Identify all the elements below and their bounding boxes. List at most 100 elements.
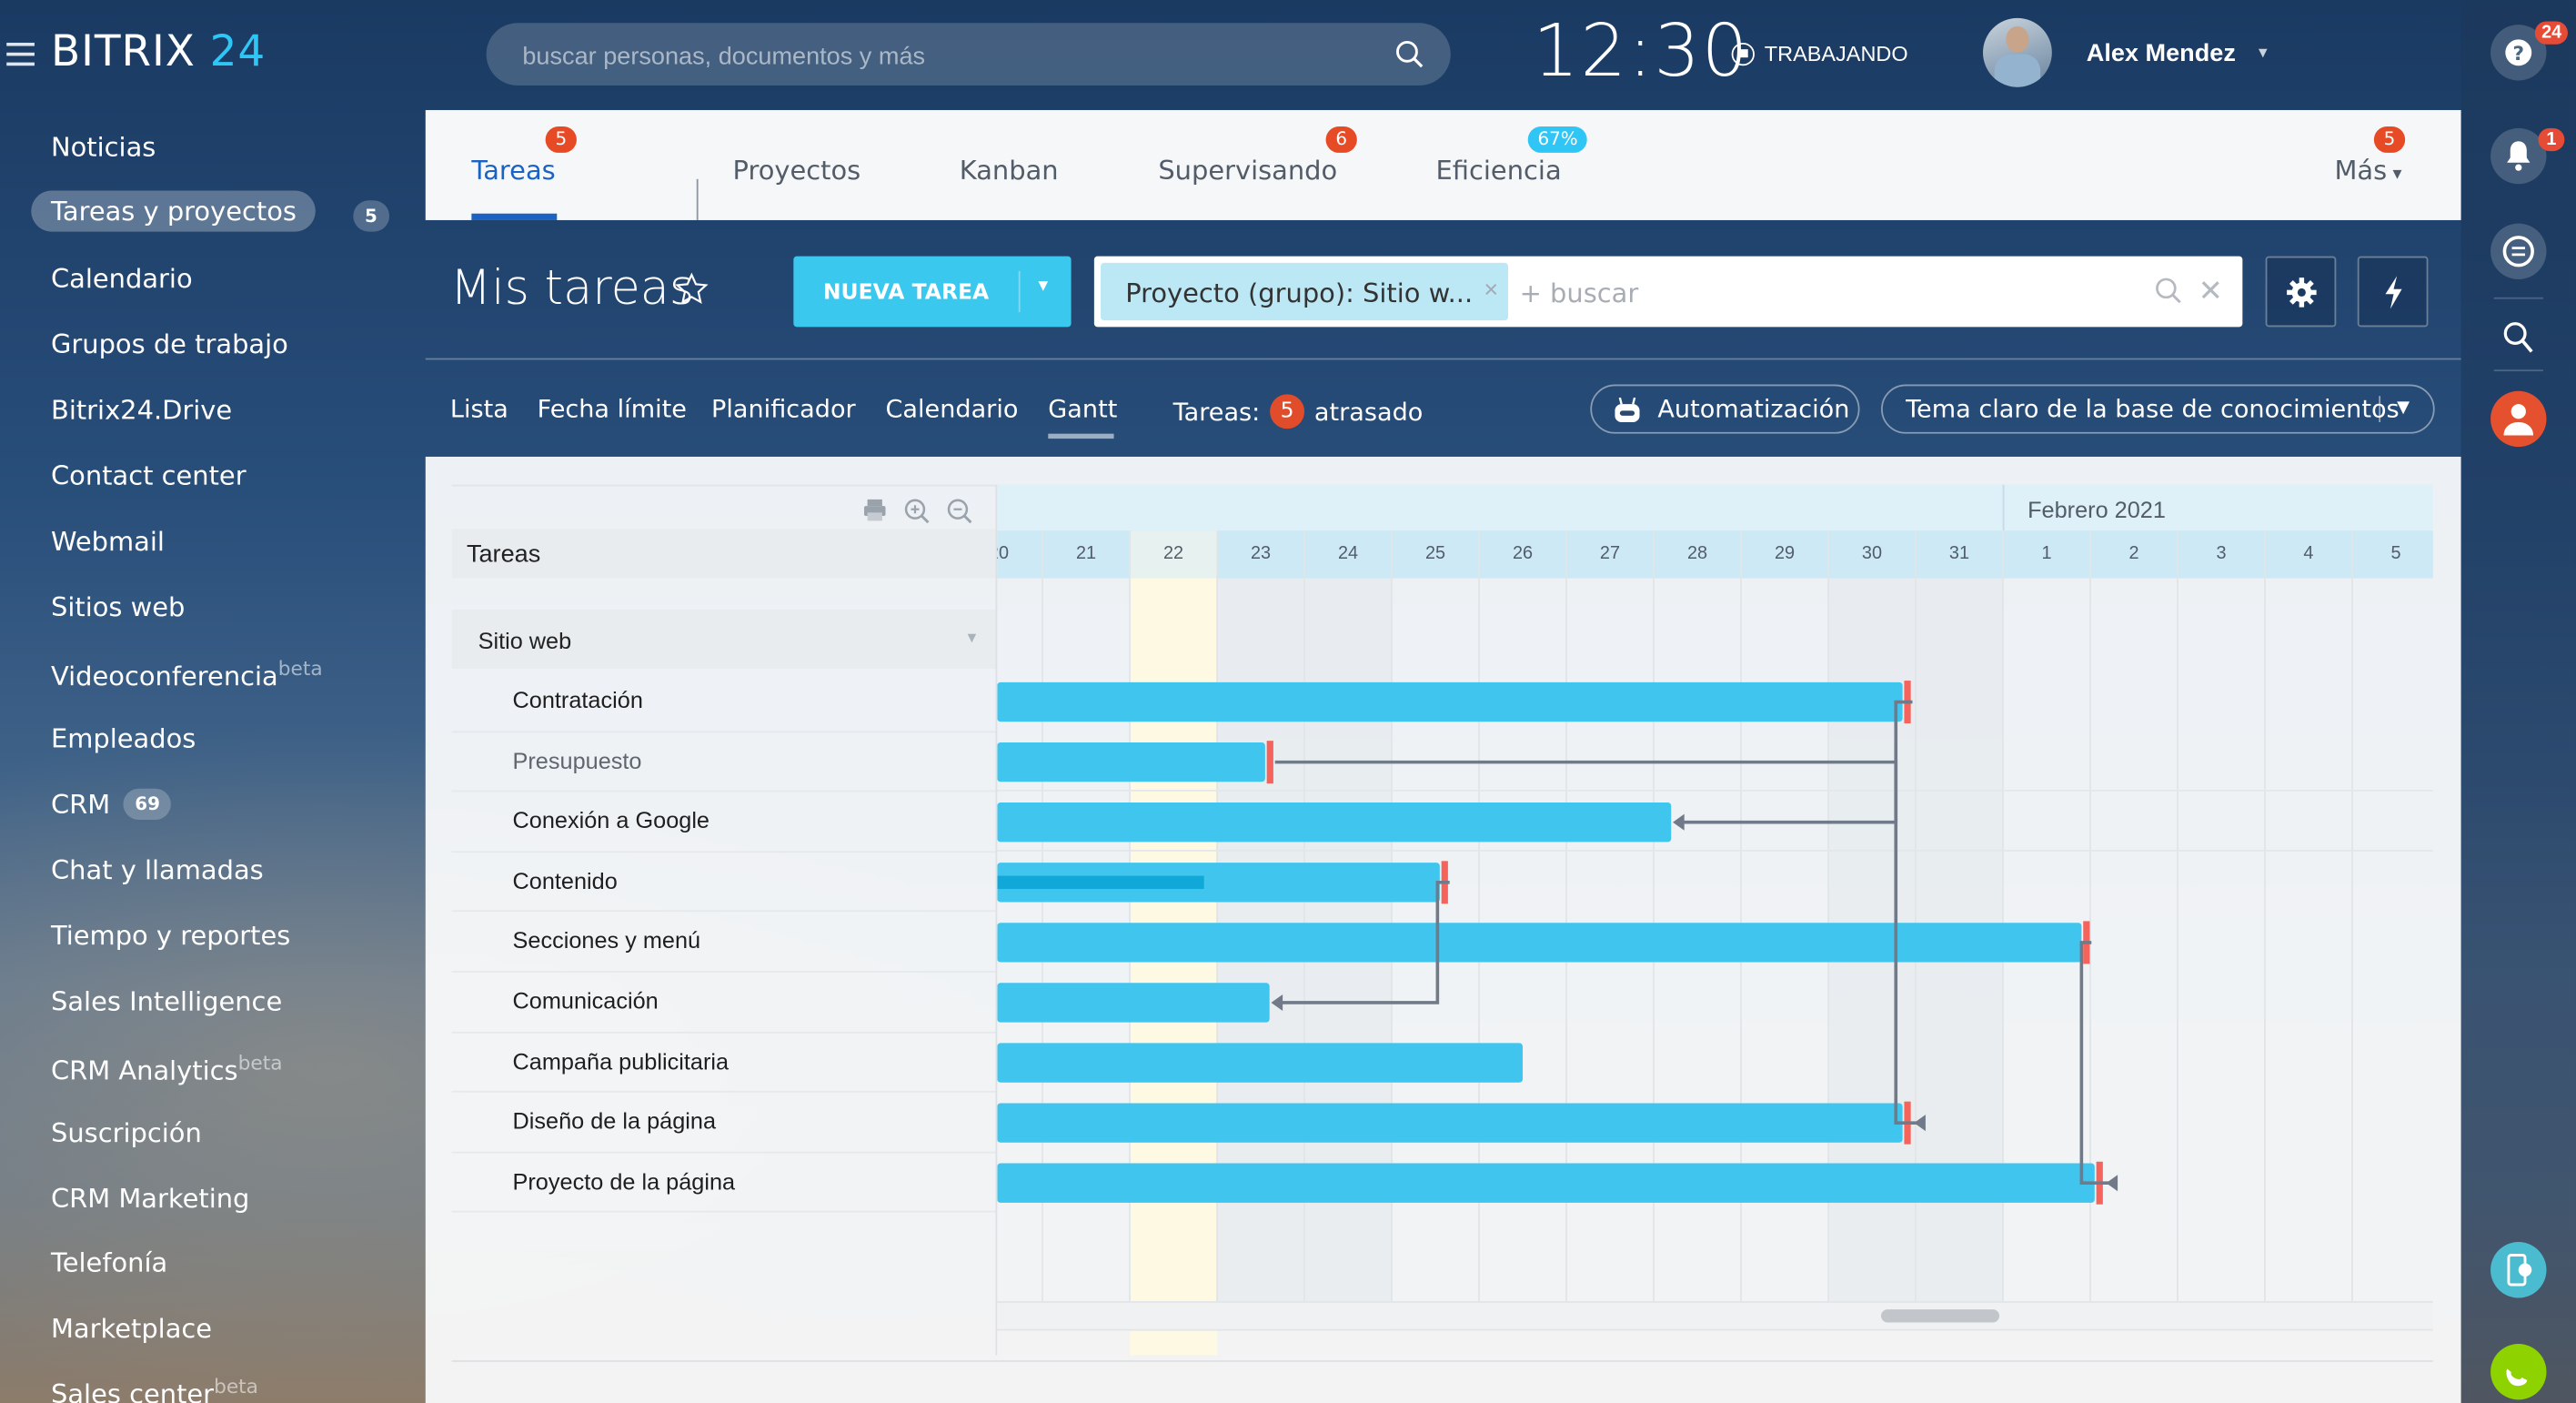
call-button[interactable] (2490, 1343, 2547, 1400)
sidebar-item[interactable]: Sales Intelligence (51, 985, 282, 1016)
sidebar-item[interactable]: CRM Analyticsbeta (51, 1052, 282, 1086)
task-bar[interactable] (997, 983, 1270, 1023)
project-group-row[interactable]: Sitio web ▼ (451, 609, 996, 669)
task-name[interactable]: Comunicación (513, 987, 659, 1014)
work-status[interactable]: TRABAJANDO (1731, 41, 1908, 66)
tab-más[interactable]: Más ▾ (2334, 155, 2401, 186)
remove-filter-icon[interactable]: × (1484, 276, 1498, 304)
task-row[interactable]: Contratación (451, 671, 996, 732)
user-name[interactable]: Alex Mendez (2087, 39, 2236, 67)
scrollbar-thumb[interactable] (1881, 1309, 2000, 1323)
task-row[interactable]: Contenido (451, 851, 996, 913)
task-bar[interactable] (997, 1103, 1903, 1143)
sidebar-item[interactable]: Videoconferenciabeta (51, 657, 323, 691)
task-bar[interactable] (997, 1043, 1524, 1083)
tab-proyectos[interactable]: Proyectos (733, 155, 861, 186)
task-row[interactable]: Conexión a Google (451, 791, 996, 853)
task-name[interactable]: Contratación (513, 687, 643, 713)
task-bar[interactable] (997, 1163, 2095, 1203)
overdue-counter[interactable]: Tareas: 5 atrasado (1173, 394, 1423, 429)
page-title: Mis tareas (449, 259, 695, 316)
task-bar[interactable] (997, 923, 2082, 963)
sidebar-item[interactable]: Noticias (51, 131, 156, 162)
print-icon[interactable] (862, 498, 887, 522)
view-tab-gantt[interactable]: Gantt (1048, 394, 1117, 424)
settings-button[interactable] (2265, 256, 2337, 328)
sidebar-item[interactable]: Chat y llamadas (51, 854, 264, 885)
task-name[interactable]: Presupuesto (513, 747, 642, 773)
mobile-cloud-button[interactable] (2490, 1242, 2547, 1298)
quick-actions-button[interactable] (2357, 256, 2429, 328)
task-name[interactable]: Diseño de la página (513, 1107, 717, 1134)
chevron-down-icon[interactable]: ▼ (964, 630, 979, 646)
task-bar[interactable] (997, 802, 1672, 843)
user-avatar[interactable] (1982, 17, 2052, 87)
task-row[interactable]: Secciones y menú (451, 911, 996, 973)
tab-tareas[interactable]: Tareas (471, 155, 555, 186)
zoom-out-icon[interactable] (946, 498, 972, 524)
chat-button[interactable] (2490, 223, 2547, 279)
tab-supervisando[interactable]: Supervisando (1158, 155, 1337, 186)
task-bar[interactable] (997, 681, 1903, 722)
sidebar-item[interactable]: CRM 69 (51, 788, 172, 821)
star-icon[interactable] (674, 271, 710, 308)
tab-badge: 67% (1527, 126, 1588, 153)
tasks-tab-bar: Tareas 5 Proyectos Kanban Supervisando 6 Efici… (425, 109, 2461, 220)
search-icon[interactable] (1394, 39, 1424, 69)
sidebar-item[interactable]: Webmail (51, 526, 165, 557)
task-row[interactable]: Campaña publicitaria (451, 1031, 996, 1093)
task-name[interactable]: Proyecto de la página (513, 1167, 736, 1194)
task-bar[interactable] (997, 742, 1265, 782)
sidebar-item[interactable]: Bitrix24.Drive (51, 394, 232, 425)
task-row[interactable]: Presupuesto (451, 731, 996, 792)
sidebar-item[interactable]: Telefonía (51, 1247, 167, 1277)
global-search[interactable] (486, 23, 1451, 89)
sidebar-item[interactable]: Sitios web (51, 591, 185, 622)
chevron-down-icon[interactable]: ▼ (2256, 45, 2270, 61)
hamburger-menu-icon[interactable] (6, 42, 35, 66)
sidebar-item[interactable]: Marketplace (51, 1313, 212, 1344)
tab-kanban[interactable]: Kanban (960, 155, 1059, 186)
sidebar-item[interactable]: Tareas y proyectos 5 (31, 190, 389, 232)
task-name[interactable]: Campaña publicitaria (513, 1047, 730, 1074)
sidebar-item[interactable]: Calendario (51, 263, 193, 294)
sidebar-item[interactable]: Grupos de trabajo (51, 328, 288, 359)
search-icon[interactable] (2502, 320, 2535, 357)
task-name[interactable]: Secciones y menú (513, 927, 701, 954)
clear-icon[interactable]: ✕ (2199, 275, 2223, 309)
sidebar-item[interactable]: Sales centerbeta (51, 1375, 258, 1403)
automation-button[interactable]: Automatización (1590, 384, 1860, 434)
task-row[interactable]: Diseño de la página (451, 1091, 996, 1153)
task-name[interactable]: Contenido (513, 867, 618, 893)
sidebar-item-label: Sales Intelligence (50, 985, 283, 1017)
filter-chip[interactable]: Proyecto (grupo): Sitio w... × (1101, 262, 1509, 321)
sidebar-item[interactable]: Suscripción (51, 1117, 202, 1148)
filter-search[interactable]: Proyecto (grupo): Sitio w... × ✕ (1093, 256, 2243, 328)
sidebar-item[interactable]: Tiempo y reportes (51, 920, 290, 951)
view-tab-planificador[interactable]: Planificador (711, 394, 856, 424)
contact-button[interactable] (2490, 390, 2547, 448)
sidebar-item[interactable]: CRM Marketing (51, 1183, 249, 1214)
clock[interactable]: 12:30 (1533, 10, 1749, 94)
task-progress-bar[interactable] (997, 875, 1204, 890)
task-row[interactable]: Proyecto de la página (451, 1151, 996, 1214)
global-search-input[interactable] (518, 23, 1381, 89)
chevron-down-icon[interactable]: ▼ (1035, 278, 1052, 296)
sidebar-item[interactable]: Contact center (51, 460, 247, 491)
gantt-scrollbar[interactable] (997, 1301, 2433, 1331)
chevron-down-icon[interactable]: ▼ (2397, 386, 2410, 432)
view-tab-fecha-límite[interactable]: Fecha límite (538, 394, 687, 424)
search-icon[interactable] (2154, 276, 2184, 306)
task-name[interactable]: Conexión a Google (513, 807, 710, 833)
new-task-button[interactable]: NUEVA TAREA ▼ (793, 256, 1072, 328)
sidebar-item[interactable]: Empleados (51, 722, 196, 753)
filter-search-input[interactable] (1516, 266, 2148, 321)
zoom-in-icon[interactable] (903, 498, 930, 524)
view-tab-lista[interactable]: Lista (450, 394, 508, 424)
logo[interactable]: BITRIX 24 (51, 28, 266, 77)
sidebar-item-label: Tareas y proyectos (50, 195, 297, 227)
knowledge-base-button[interactable]: Tema claro de la base de conocimientos ▼ (1881, 384, 2435, 434)
tab-eficiencia[interactable]: Eficiencia (1436, 155, 1562, 186)
task-row[interactable]: Comunicación (451, 971, 996, 1033)
view-tab-calendario[interactable]: Calendario (885, 394, 1018, 424)
